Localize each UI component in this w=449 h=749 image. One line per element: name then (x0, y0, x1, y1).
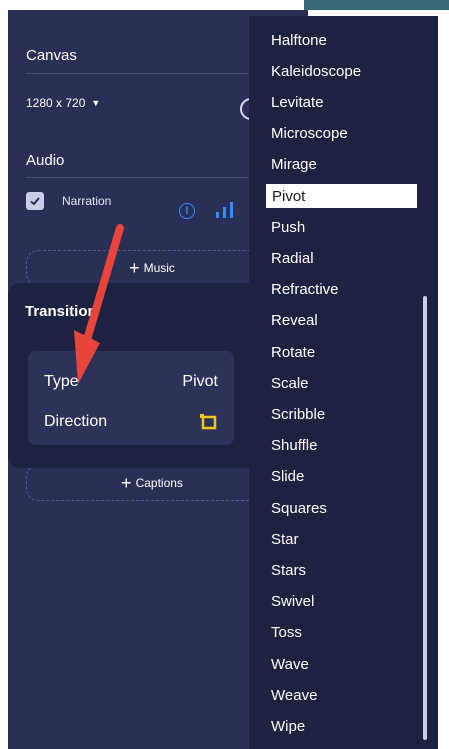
caret-down-icon: ▼ (91, 98, 101, 108)
add-captions-button[interactable]: + Captions (26, 465, 278, 501)
dropdown-option[interactable]: Slide (265, 465, 417, 489)
dropdown-option[interactable]: Weave (265, 683, 417, 707)
dropdown-option[interactable]: Refractive (265, 278, 417, 302)
divider (26, 73, 286, 74)
canvas-section-title: Canvas (26, 47, 77, 64)
dropdown-option[interactable]: Push (265, 215, 417, 239)
add-captions-label: Captions (135, 476, 183, 490)
dropdown-option[interactable]: Shuffle (265, 434, 417, 458)
dropdown-option[interactable]: Swivel (265, 590, 417, 614)
dropdown-option[interactable]: Mirage (265, 153, 417, 177)
transition-type-dropdown[interactable]: Halftone Kaleidoscope Levitate Microscope Mi… (249, 16, 438, 749)
direction-frame-icon[interactable] (200, 414, 218, 430)
dropdown-option[interactable]: Star (265, 527, 417, 551)
dropdown-option[interactable]: Stars (265, 558, 417, 582)
dropdown-option[interactable]: Kaleidoscope (265, 59, 417, 83)
narration-checkbox[interactable] (26, 192, 44, 210)
dropdown-option[interactable]: Reveal (265, 309, 417, 333)
direction-label: Direction (44, 413, 108, 430)
dropdown-option[interactable]: Microscope (265, 122, 417, 146)
dropdown-option[interactable]: Levitate (265, 90, 417, 114)
transition-title: Transition (25, 303, 97, 320)
divider (26, 177, 286, 178)
top-strip-fragment (304, 0, 449, 10)
dropdown-option[interactable]: Pivot (266, 184, 417, 208)
dropdown-option[interactable]: Scale (265, 371, 417, 395)
dropdown-option[interactable]: Scribble (265, 402, 417, 426)
add-music-button[interactable]: + Music (26, 250, 278, 286)
type-row[interactable]: Type Pivot (44, 373, 218, 391)
check-icon (30, 197, 40, 206)
dropdown-option[interactable]: Wave (265, 652, 417, 676)
dropdown-option[interactable]: Wipe (265, 714, 417, 738)
canvas-size-select[interactable]: 1280 x 720 ▼ (26, 96, 100, 110)
dropdown-option[interactable]: Halftone (265, 28, 417, 52)
signal-bars-icon (216, 202, 233, 218)
top-strip (0, 0, 449, 10)
dropdown-option[interactable]: Rotate (265, 340, 417, 364)
dropdown-option[interactable]: Toss (265, 621, 417, 645)
direction-row[interactable]: Direction (44, 413, 218, 431)
type-value: Pivot (182, 373, 218, 390)
dropdown-option[interactable]: Radial (265, 246, 417, 270)
narration-track[interactable]: Narration (26, 192, 111, 210)
transition-panel: Transition Type Pivot Direction (8, 283, 268, 468)
dropdown-scrollbar[interactable] (423, 296, 427, 740)
dropdown-option[interactable]: Squares (265, 496, 417, 520)
plus-icon: + (121, 473, 132, 493)
info-icon[interactable]: ! (179, 203, 195, 219)
add-music-label: Music (143, 261, 175, 275)
transition-properties: Type Pivot Direction (28, 351, 234, 445)
audio-section-title: Audio (26, 152, 65, 169)
narration-label: Narration (62, 194, 112, 208)
plus-icon: + (129, 258, 140, 278)
canvas-size-label: 1280 x 720 (26, 96, 86, 110)
type-label: Type (44, 373, 79, 390)
